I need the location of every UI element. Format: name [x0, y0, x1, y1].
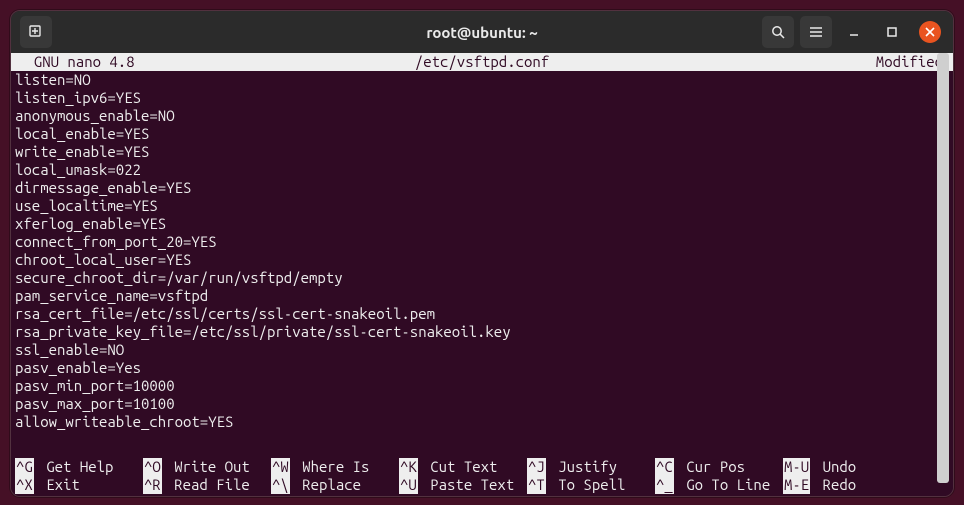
shortcut-label: Get Help: [38, 458, 114, 476]
editor-line[interactable]: listen=NO: [15, 71, 953, 89]
editor-line[interactable]: pasv_min_port=10000: [15, 377, 953, 395]
shortcut-key: M-U: [783, 458, 810, 476]
editor-line[interactable]: local_umask=022: [15, 161, 953, 179]
shortcut-key: ^C: [655, 458, 674, 476]
shortcut-item: ^\ Replace: [271, 476, 399, 494]
menu-button[interactable]: [800, 16, 832, 48]
titlebar: root@ubuntu: ~: [11, 11, 953, 53]
shortcut-key: ^K: [399, 458, 418, 476]
editor-line[interactable]: xferlog_enable=YES: [15, 215, 953, 233]
shortcut-label: To Spell: [550, 476, 626, 494]
search-button[interactable]: [762, 16, 794, 48]
shortcut-item: M-U Undo: [783, 458, 911, 476]
shortcut-key: M-E: [783, 476, 810, 494]
terminal-window: root@ubuntu: ~: [10, 10, 954, 497]
shortcut-label: Cur Pos: [678, 458, 745, 476]
nano-shortcut-bar: ^G Get Help^O Write Out^W Where Is^K Cut…: [11, 458, 953, 494]
scrollbar-track[interactable]: [939, 53, 951, 496]
nano-status-bar: GNU nano 4.8 /etc/vsftpd.conf Modified: [11, 53, 953, 71]
shortcut-label: Where Is: [294, 458, 370, 476]
editor-line[interactable]: secure_chroot_dir=/var/run/vsftpd/empty: [15, 269, 953, 287]
editor-line[interactable]: listen_ipv6=YES: [15, 89, 953, 107]
editor-line[interactable]: chroot_local_user=YES: [15, 251, 953, 269]
new-tab-button[interactable]: [20, 16, 52, 48]
editor-line[interactable]: anonymous_enable=NO: [15, 107, 953, 125]
shortcut-label: Paste Text: [422, 476, 514, 494]
editor-content[interactable]: listen=NOlisten_ipv6=YESanonymous_enable…: [11, 71, 953, 431]
maximize-icon: [885, 25, 899, 39]
shortcut-item: ^C Cur Pos: [655, 458, 783, 476]
editor-line[interactable]: allow_writeable_chroot=YES: [15, 413, 953, 431]
minimize-button[interactable]: [838, 16, 870, 48]
search-icon: [770, 24, 786, 40]
shortcut-label: Redo: [814, 476, 856, 494]
editor-line[interactable]: dirmessage_enable=YES: [15, 179, 953, 197]
new-tab-icon: [28, 24, 44, 40]
shortcut-key: ^J: [527, 458, 546, 476]
shortcut-item: M-E Redo: [783, 476, 911, 494]
shortcut-item: ^G Get Help: [15, 458, 143, 476]
shortcut-key: ^G: [15, 458, 34, 476]
shortcut-row: ^X Exit^R Read File^\ Replace^U Paste Te…: [15, 476, 953, 494]
shortcut-item: ^W Where Is: [271, 458, 399, 476]
shortcut-item: ^J Justify: [527, 458, 655, 476]
editor-line[interactable]: rsa_cert_file=/etc/ssl/certs/ssl-cert-sn…: [15, 305, 953, 323]
editor-line[interactable]: pasv_max_port=10100: [15, 395, 953, 413]
shortcut-label: Exit: [38, 476, 80, 494]
maximize-button[interactable]: [876, 16, 908, 48]
close-icon: [925, 27, 935, 37]
shortcut-row: ^G Get Help^O Write Out^W Where Is^K Cut…: [15, 458, 953, 476]
shortcut-item: ^R Read File: [143, 476, 271, 494]
shortcut-item: ^O Write Out: [143, 458, 271, 476]
scrollbar-thumb[interactable]: [937, 53, 949, 483]
shortcut-label: Read File: [166, 476, 250, 494]
shortcut-key: ^X: [15, 476, 34, 494]
hamburger-icon: [808, 24, 824, 40]
shortcut-key: ^\: [271, 476, 290, 494]
nano-version: GNU nano 4.8: [11, 53, 135, 71]
close-button[interactable]: [919, 21, 941, 43]
shortcut-item: ^T To Spell: [527, 476, 655, 494]
minimize-icon: [847, 25, 861, 39]
shortcut-key: ^_: [655, 476, 674, 494]
shortcut-key: ^T: [527, 476, 546, 494]
shortcut-label: Justify: [550, 458, 617, 476]
shortcut-item: ^K Cut Text: [399, 458, 527, 476]
editor-line[interactable]: write_enable=YES: [15, 143, 953, 161]
editor-line[interactable]: use_localtime=YES: [15, 197, 953, 215]
shortcut-item: ^U Paste Text: [399, 476, 527, 494]
shortcut-label: Write Out: [166, 458, 250, 476]
terminal[interactable]: GNU nano 4.8 /etc/vsftpd.conf Modified l…: [11, 53, 953, 496]
shortcut-label: Cut Text: [422, 458, 498, 476]
shortcut-item: ^X Exit: [15, 476, 143, 494]
shortcut-label: Go To Line: [678, 476, 770, 494]
editor-line[interactable]: connect_from_port_20=YES: [15, 233, 953, 251]
shortcut-key: ^W: [271, 458, 290, 476]
editor-line[interactable]: pam_service_name=vsftpd: [15, 287, 953, 305]
shortcut-label: Replace: [294, 476, 361, 494]
editor-line[interactable]: ssl_enable=NO: [15, 341, 953, 359]
editor-line[interactable]: local_enable=YES: [15, 125, 953, 143]
editor-line[interactable]: rsa_private_key_file=/etc/ssl/private/ss…: [15, 323, 953, 341]
editor-line[interactable]: pasv_enable=Yes: [15, 359, 953, 377]
shortcut-item: ^_ Go To Line: [655, 476, 783, 494]
nano-file-path: /etc/vsftpd.conf: [11, 53, 953, 71]
shortcut-key: ^U: [399, 476, 418, 494]
shortcut-key: ^O: [143, 458, 162, 476]
shortcut-label: Undo: [814, 458, 856, 476]
shortcut-key: ^R: [143, 476, 162, 494]
